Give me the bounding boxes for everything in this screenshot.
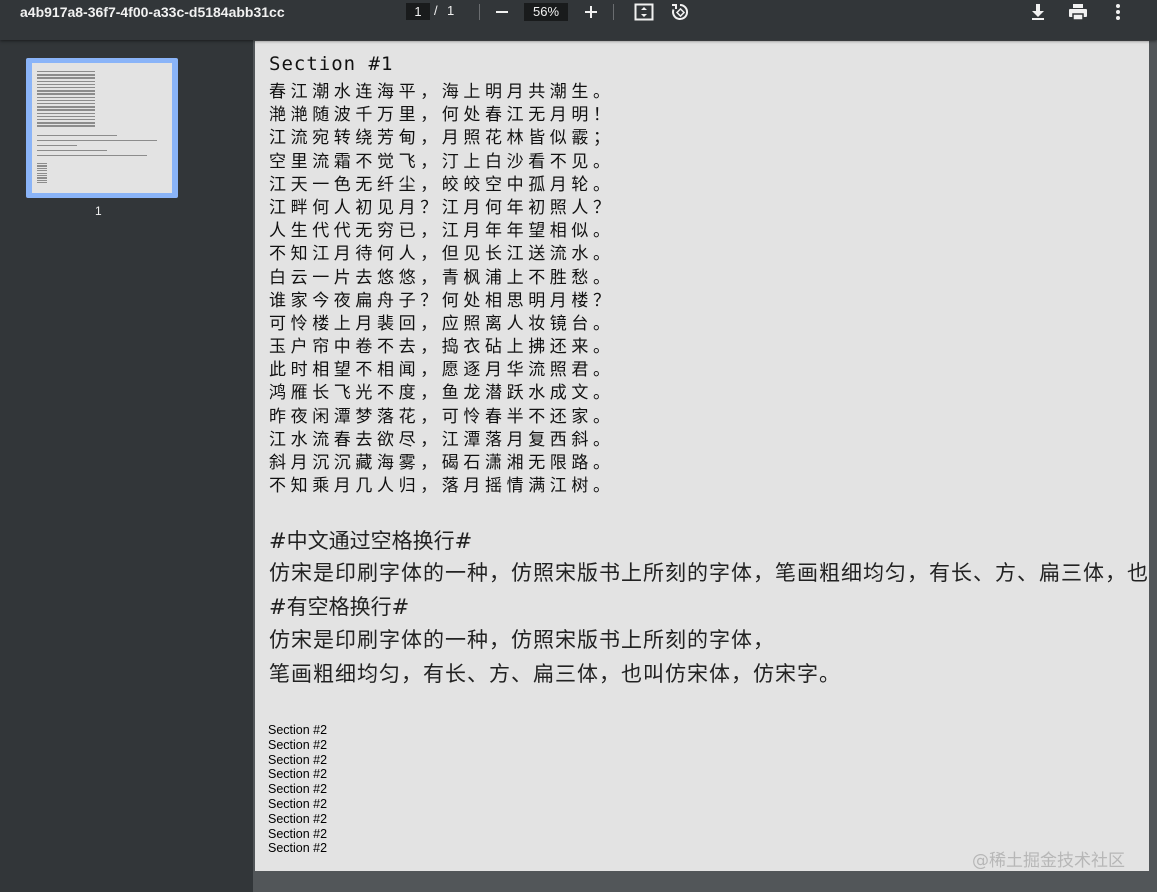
- toolbar-divider: [479, 4, 480, 20]
- section-2-line: Section #2: [268, 811, 328, 826]
- poem-line: 江流宛转绕芳甸，月照花林皆似霰；: [269, 128, 615, 149]
- thumbnail-text-line: [37, 135, 117, 137]
- thumbnail-text-line: [37, 71, 95, 73]
- rotate-icon[interactable]: [668, 0, 692, 24]
- thumbnail-text-line: [37, 99, 95, 102]
- page-thumbnail[interactable]: [26, 58, 178, 198]
- thumbnail-text-line: [37, 163, 47, 165]
- poem-line: 白云一片去悠悠，青枫浦上不胜愁。: [269, 267, 615, 288]
- thumbnail-text-line: [37, 170, 47, 172]
- thumbnail-text-line: [37, 167, 47, 169]
- thumbnail-text-line: [37, 90, 95, 92]
- minus-icon[interactable]: [490, 0, 514, 24]
- download-icon[interactable]: [1026, 0, 1050, 24]
- thumbnail-text-line: [37, 182, 47, 184]
- watermark: @稀土掘金技术社区: [972, 851, 1125, 871]
- heading-with-space: #有空格换行#: [269, 595, 410, 619]
- poem-line: 谁家今夜扁舟子？何处相思明月楼？: [269, 290, 615, 311]
- section-2-line: Section #2: [268, 723, 328, 737]
- section-2-line: Section #2: [268, 737, 328, 752]
- thumbnail-text-line: [37, 112, 95, 114]
- poem-line: 人生代代无穷已，江月年年望相似。: [269, 221, 615, 242]
- page-separator: /: [434, 3, 438, 18]
- section-2-line: Section #2: [268, 826, 328, 841]
- thumbnail-text-line: [37, 83, 95, 86]
- zoom-level-input[interactable]: 56%: [524, 3, 568, 21]
- more-vert-icon[interactable]: [1106, 0, 1130, 24]
- thumbnail-page-preview: [32, 63, 172, 193]
- page-number-input[interactable]: 1: [406, 3, 430, 20]
- section-2-block: Section #2 Section #2 Section #2 Section #2…: [268, 723, 327, 856]
- poem-line: 不知乘月几人归，落月摇情满江树。: [269, 476, 615, 497]
- section-2-line: Section #2: [268, 796, 328, 811]
- poem-line: 春江潮水连海平，海上明月共潮生。: [269, 82, 615, 102]
- paragraph-no-space: 仿宋是印刷字体的一种，仿照宋版书上所刻的字体，笔画粗细均匀，有长、方、扁三体，也: [269, 561, 1149, 585]
- pdf-page: Section #1 春江潮水连海平，海上明月共潮生。 滟滟随波千万里，何处春江无…: [255, 41, 1149, 871]
- fit-page-icon[interactable]: [632, 0, 656, 24]
- poem-line: 可怜楼上月裴回，应照离人妆镜台。: [269, 313, 615, 334]
- poem-line: 鸿雁长飞光不度，鱼龙潜跃水成文。: [269, 383, 615, 404]
- thumbnail-text-line: [37, 87, 95, 89]
- total-pages: 1: [447, 3, 455, 18]
- poem-line: 玉户帘中卷不去，捣衣砧上拂还来。: [269, 337, 615, 358]
- thumbnail-text-line: [37, 172, 47, 174]
- heading-no-space: #中文通过空格换行#: [269, 529, 473, 553]
- section-1-title: Section #1: [269, 53, 394, 75]
- section-2-line: Section #2: [268, 752, 328, 767]
- thumbnail-text-line: [37, 125, 95, 127]
- thumbnail-text-line: [37, 140, 157, 142]
- thumbnail-text-line: [37, 96, 95, 98]
- thumbnail-page-number: 1: [95, 204, 102, 218]
- poem-line: 不知江月待何人，但见长江送流水。: [269, 244, 615, 265]
- thumbnail-text-line: [37, 74, 95, 76]
- plus-icon[interactable]: [579, 0, 603, 24]
- document-title: a4b917a8-36f7-4f00-a33c-d5184abb31cc: [20, 4, 285, 20]
- poem-line: 江天一色无纤尘，皎皎空中孤月轮。: [269, 174, 615, 195]
- poem-line: 此时相望不相闻，愿逐月华流照君。: [269, 360, 615, 381]
- thumbnail-text-line: [37, 177, 47, 179]
- section-2-line: Section #2: [268, 767, 328, 782]
- section-2-line: Section #2: [268, 782, 328, 797]
- poem-block: 春江潮水连海平，海上明月共潮生。 滟滟随波千万里，何处春江无月明！ 江流宛转绕芳甸，…: [269, 81, 615, 498]
- thumbnail-text-line: [37, 155, 147, 157]
- thumbnail-text-line: [37, 93, 95, 95]
- thumbnail-text-line: [37, 165, 47, 167]
- poem-line: 滟滟随波千万里，何处春江无月明！: [269, 105, 615, 126]
- thumbnail-text-line: [37, 145, 77, 147]
- toolbar-divider: [613, 4, 614, 20]
- paragraph-with-space-line-2: 笔画粗细均匀，有长、方、扁三体，也叫仿宋体，仿宋字。: [269, 662, 841, 686]
- section-2-line: Section #2: [268, 841, 328, 856]
- thumbnail-text-line: [37, 122, 95, 124]
- thumbnail-text-line: [37, 115, 95, 118]
- paragraph-with-space-line-1: 仿宋是印刷字体的一种，仿照宋版书上所刻的字体，: [269, 628, 775, 652]
- thumbnail-text-line: [37, 175, 47, 177]
- poem-line: 江畔何人初见月？江月何年初照人？: [269, 197, 615, 218]
- viewer-background: [253, 871, 1157, 892]
- poem-line: 江水流春去欲尽，江潭落月复西斜。: [269, 429, 615, 450]
- thumbnail-text-line: [37, 119, 95, 121]
- thumbnail-text-line: [37, 103, 95, 105]
- pdf-toolbar: a4b917a8-36f7-4f00-a33c-d5184abb31cc 1 /…: [0, 0, 1157, 40]
- thumbnail-text-line: [37, 109, 95, 111]
- thumbnail-text-line: [37, 106, 95, 108]
- poem-line: 昨夜闲潭梦落花，可怜春半不还家。: [269, 406, 615, 427]
- sidebar-gutter: [205, 40, 253, 892]
- poem-line: 空里流霜不觉飞，汀上白沙看不见。: [269, 151, 615, 172]
- poem-line: 斜月沉沉藏海雾，碣石潇湘无限路。: [269, 453, 615, 473]
- thumbnail-text-line: [37, 179, 47, 181]
- print-icon[interactable]: [1066, 0, 1090, 24]
- thumbnail-text-line: [37, 150, 107, 152]
- thumbnail-text-line: [37, 77, 95, 79]
- thumbnail-text-line: [37, 80, 95, 82]
